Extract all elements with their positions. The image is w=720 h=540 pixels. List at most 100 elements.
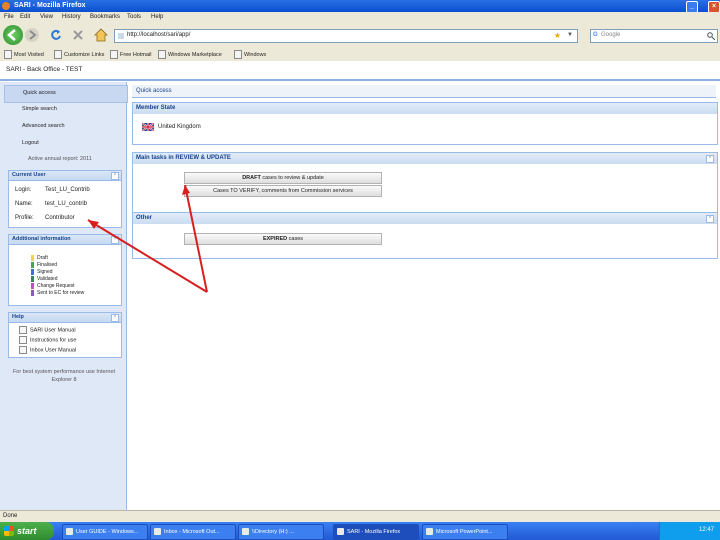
bookmark-most-visited[interactable]: Most Visited: [4, 50, 44, 59]
current-user-panel: Current User ⌃ Login: Test_LU_Contrib Nam…: [8, 170, 122, 228]
taskbar-item-firefox[interactable]: SARI - Mozilla Firefox: [333, 524, 419, 540]
navigation-toolbar: http://localhost/sari/app/ ★ ▼ G Google: [0, 23, 720, 47]
collapse-icon[interactable]: ⌃: [706, 155, 714, 163]
bookmark-page-icon: [158, 50, 166, 59]
sidebar-item-simple-search[interactable]: Simple search: [4, 102, 126, 118]
menu-help[interactable]: Help: [151, 14, 163, 20]
reload-icon[interactable]: [50, 29, 62, 41]
windows-logo-icon: [4, 526, 14, 536]
taskbar-item-inbox-outlook[interactable]: Inbox - Microsoft Out...: [150, 524, 236, 540]
help-header: Help ⌃: [9, 313, 121, 323]
status-color-swatch: [31, 276, 34, 282]
legend-signed: Signed: [31, 269, 53, 275]
login-value: Test_LU_Contrib: [45, 187, 90, 193]
main-content: Quick access Member State United Kingdom…: [128, 82, 720, 510]
active-report-label: Active annual report: 2011: [28, 156, 92, 162]
url-bar[interactable]: http://localhost/sari/app/ ★ ▼: [114, 29, 578, 43]
login-label: Login:: [15, 187, 32, 193]
menu-history[interactable]: History: [62, 14, 81, 20]
taskbar-item-directory[interactable]: \\Directory (H:) ...: [238, 524, 324, 540]
legend-draft: Draft: [31, 255, 48, 261]
member-state-body: United Kingdom: [132, 114, 718, 145]
search-icon[interactable]: [707, 32, 715, 40]
menu-tools[interactable]: Tools: [127, 14, 141, 20]
back-button[interactable]: [3, 25, 23, 45]
draft-cases-button[interactable]: DRAFT cases to review & update: [184, 172, 382, 184]
word-document-icon: [66, 528, 73, 535]
bookmark-windows[interactable]: Windows: [234, 50, 266, 59]
collapse-icon[interactable]: ⌃: [111, 172, 119, 180]
help-panel: Help ⌃ SARI User Manual Instructions for …: [8, 312, 122, 358]
bookmark-free-hotmail[interactable]: Free Hotmail: [110, 50, 151, 59]
status-text: Done: [3, 513, 18, 519]
expired-cases-button[interactable]: EXPIRED cases: [184, 233, 382, 245]
additional-info-header: Additional information ⌃: [9, 235, 121, 245]
forward-arrow-icon: [29, 30, 37, 40]
browser-recommendation-note: For best system performance use Internet…: [12, 369, 116, 383]
outlook-icon: [154, 528, 161, 535]
legend-sent-to-ec: Sent to EC for review: [31, 290, 84, 296]
bookmark-windows-marketplace[interactable]: Windows Marketplace: [158, 50, 222, 59]
status-color-swatch: [31, 283, 34, 289]
help-link-instructions[interactable]: Instructions for use: [19, 336, 76, 344]
google-icon: G: [593, 32, 598, 38]
clock: 12:47: [698, 527, 714, 533]
page-favicon-icon: [118, 33, 124, 39]
document-icon: [19, 336, 27, 344]
profile-value: Contributor: [45, 215, 75, 221]
stop-icon[interactable]: [72, 29, 84, 41]
dropdown-chevron-icon[interactable]: ▼: [567, 32, 573, 38]
status-color-swatch: [31, 262, 34, 268]
status-color-swatch: [31, 269, 34, 275]
taskbar-item-powerpoint[interactable]: Microsoft PowerPoint...: [422, 524, 508, 540]
bookmark-page-icon: [110, 50, 118, 59]
menu-bookmarks[interactable]: Bookmarks: [90, 14, 120, 20]
quick-access-tab-strip: Quick access: [132, 85, 716, 98]
app-header: SARI - Back Office - TEST: [0, 61, 720, 81]
bookmarks-toolbar: Most Visited Customize Links Free Hotmai…: [0, 47, 720, 62]
system-tray: 12:47: [659, 522, 720, 540]
bookmark-page-icon: [54, 50, 62, 59]
bookmark-page-icon: [234, 50, 242, 59]
other-body: EXPIRED cases: [132, 224, 718, 259]
bookmark-page-icon: [4, 50, 12, 59]
menu-file[interactable]: File: [4, 14, 14, 20]
firefox-icon: [337, 528, 344, 535]
name-value: test_LU_contrib: [45, 201, 88, 207]
back-arrow-icon: [7, 29, 16, 41]
sidebar: Quick access Simple search Advanced sear…: [0, 82, 128, 510]
document-icon: [19, 346, 27, 354]
tab-quick-access[interactable]: Quick access: [136, 88, 172, 94]
legend-finalised: Finalised: [31, 262, 57, 268]
cases-to-verify-button[interactable]: Cases TO VERIFY, comments from Commissio…: [184, 185, 382, 197]
collapse-icon[interactable]: ⌃: [111, 314, 119, 322]
status-color-swatch: [31, 255, 34, 261]
bookmark-star-icon[interactable]: ★: [554, 31, 561, 40]
firefox-icon: [2, 2, 10, 10]
menu-view[interactable]: View: [40, 14, 53, 20]
forward-button[interactable]: [25, 28, 39, 42]
menu-edit[interactable]: Edit: [20, 14, 30, 20]
app-title: SARI - Back Office - TEST: [6, 66, 83, 73]
profile-label: Profile:: [15, 215, 34, 221]
sidebar-item-advanced-search[interactable]: Advanced search: [4, 119, 126, 135]
start-button[interactable]: start: [0, 522, 54, 540]
collapse-icon[interactable]: ⌃: [706, 215, 714, 223]
window-title: SARI - Mozilla Firefox: [14, 2, 86, 9]
sidebar-item-quick-access[interactable]: Quick access: [4, 85, 128, 103]
url-text: http://localhost/sari/app/: [127, 32, 191, 38]
uk-flag-icon: [142, 123, 154, 131]
sidebar-item-logout[interactable]: Logout: [4, 136, 126, 152]
help-link-user-manual[interactable]: SARI User Manual: [19, 326, 76, 334]
status-color-swatch: [31, 290, 34, 296]
collapse-icon[interactable]: ⌃: [111, 236, 119, 244]
name-label: Name:: [15, 201, 33, 207]
member-state-country: United Kingdom: [158, 124, 201, 130]
search-input[interactable]: G Google: [590, 29, 718, 43]
powerpoint-icon: [426, 528, 433, 535]
help-link-inbox-manual[interactable]: Inbox User Manual: [19, 346, 76, 354]
taskbar-item-user-guide[interactable]: User GUIDE - Windows...: [62, 524, 148, 540]
legend-validated: Validated: [31, 276, 57, 282]
home-icon[interactable]: [94, 28, 108, 42]
bookmark-customize-links[interactable]: Customize Links: [54, 50, 104, 59]
